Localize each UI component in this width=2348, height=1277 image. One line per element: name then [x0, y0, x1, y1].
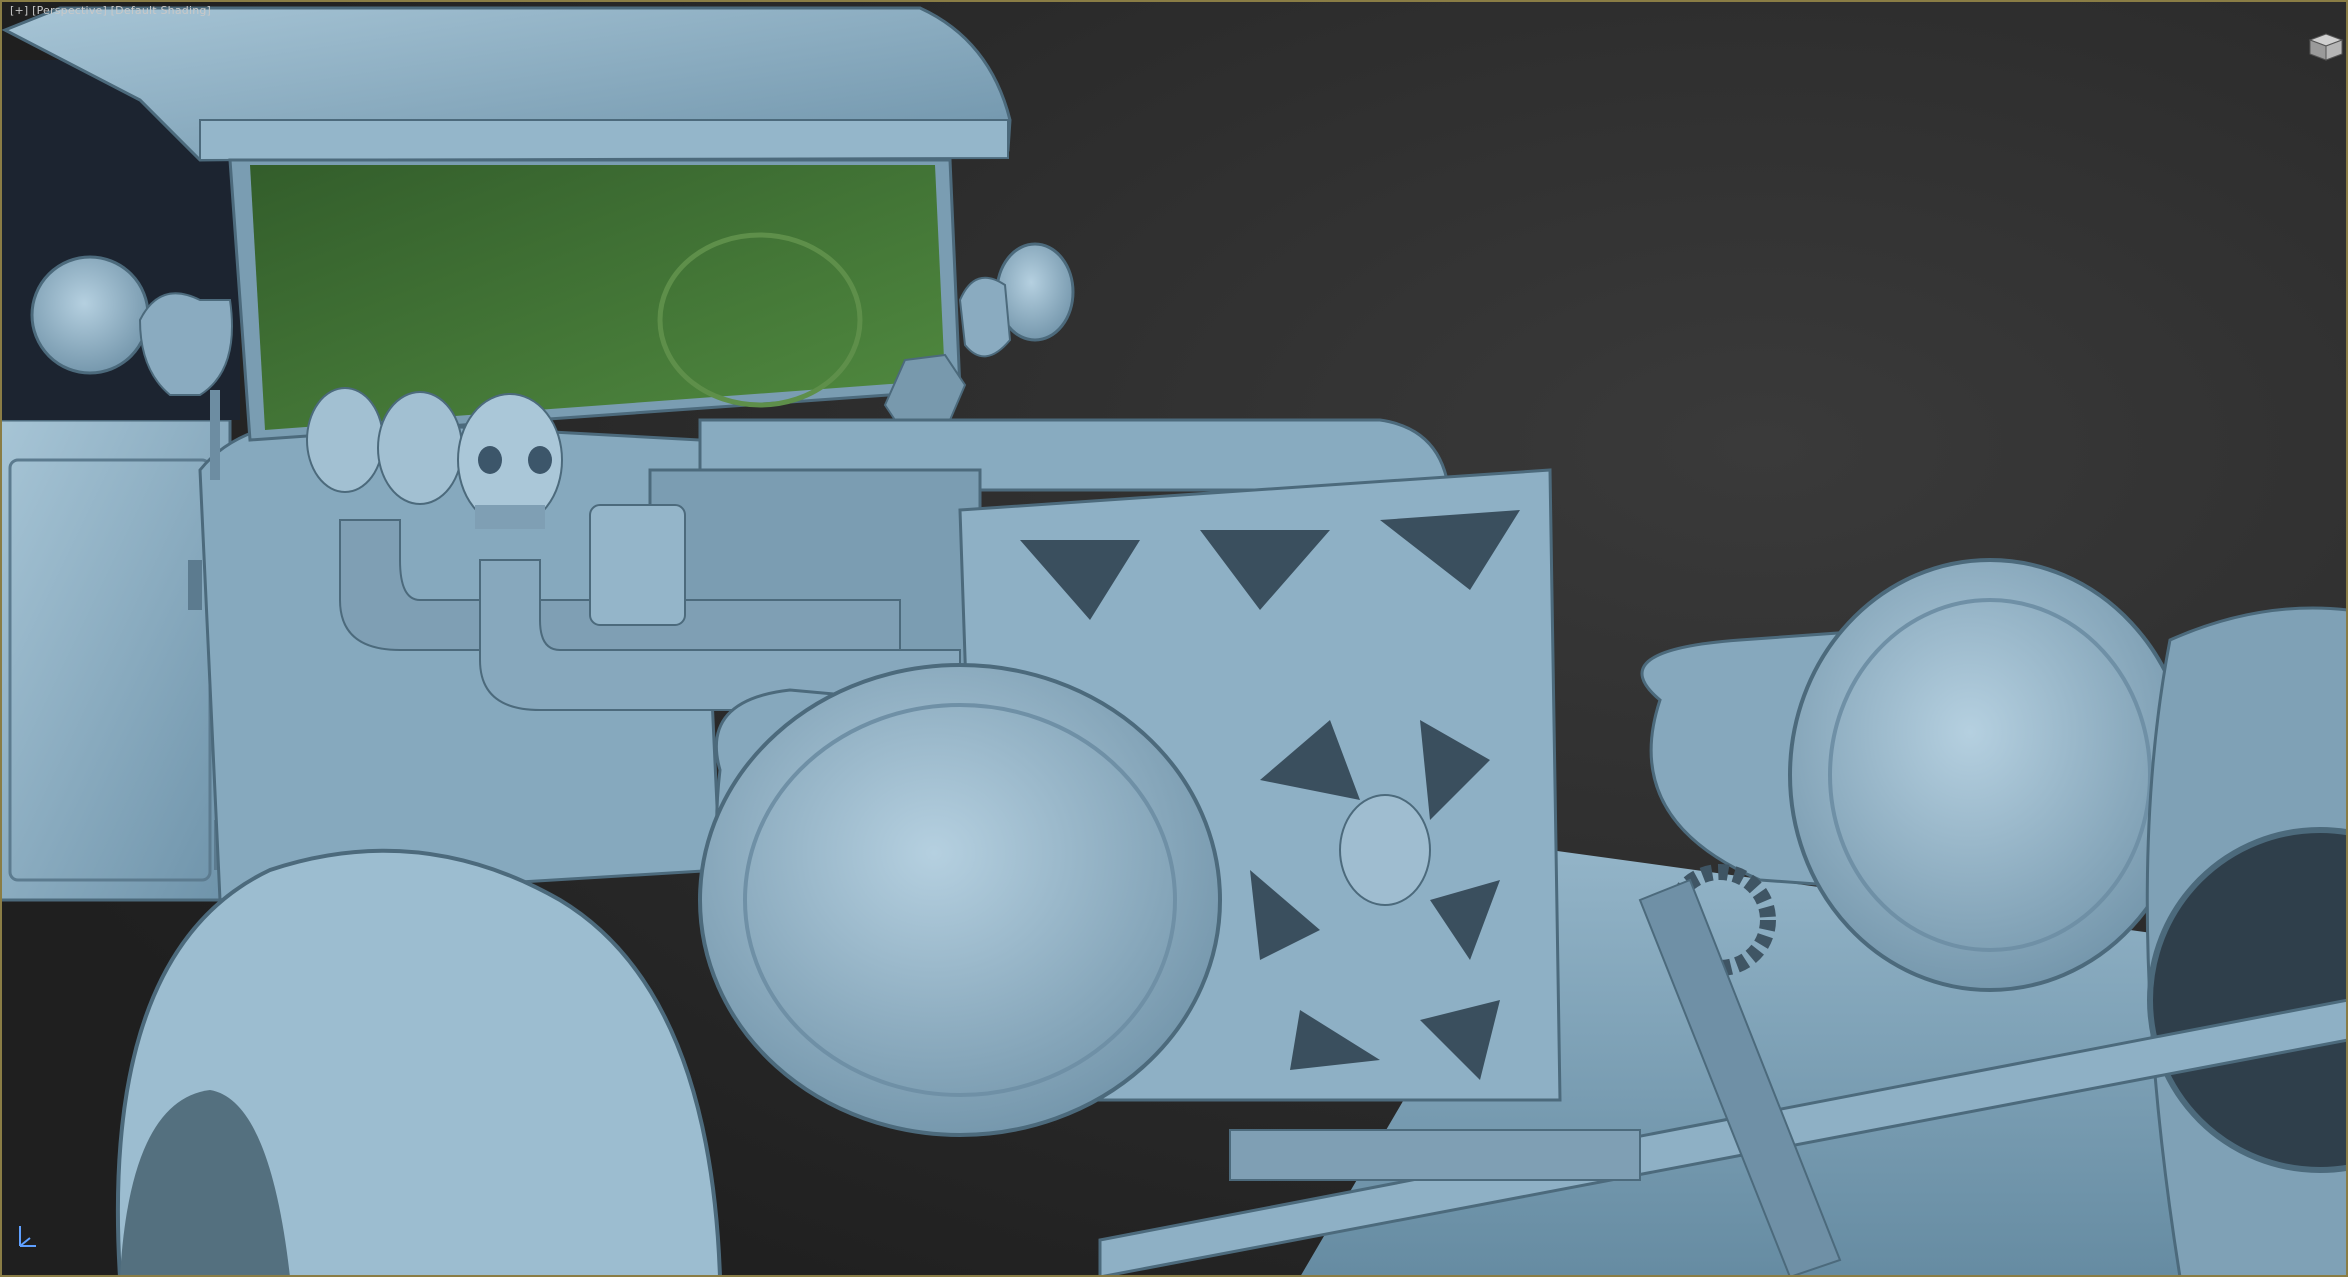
viewport-label[interactable]: [+] [Perspective] [Default Shading] [10, 4, 211, 17]
leaf-spring [1229, 1129, 1641, 1181]
3d-viewport[interactable]: [+] [Perspective] [Default Shading] [0, 0, 2348, 1277]
door-hinge-top [188, 560, 202, 610]
truck-door [0, 418, 232, 902]
viewcube-icon[interactable] [2304, 26, 2348, 66]
gargoyle-face [1339, 794, 1431, 906]
oil-canister [589, 504, 686, 626]
viewport-render[interactable] [0, 0, 2348, 1277]
left-headlamp [698, 663, 1222, 1137]
roof-visor [199, 119, 1009, 162]
axis-tripod-icon [19, 1226, 36, 1247]
